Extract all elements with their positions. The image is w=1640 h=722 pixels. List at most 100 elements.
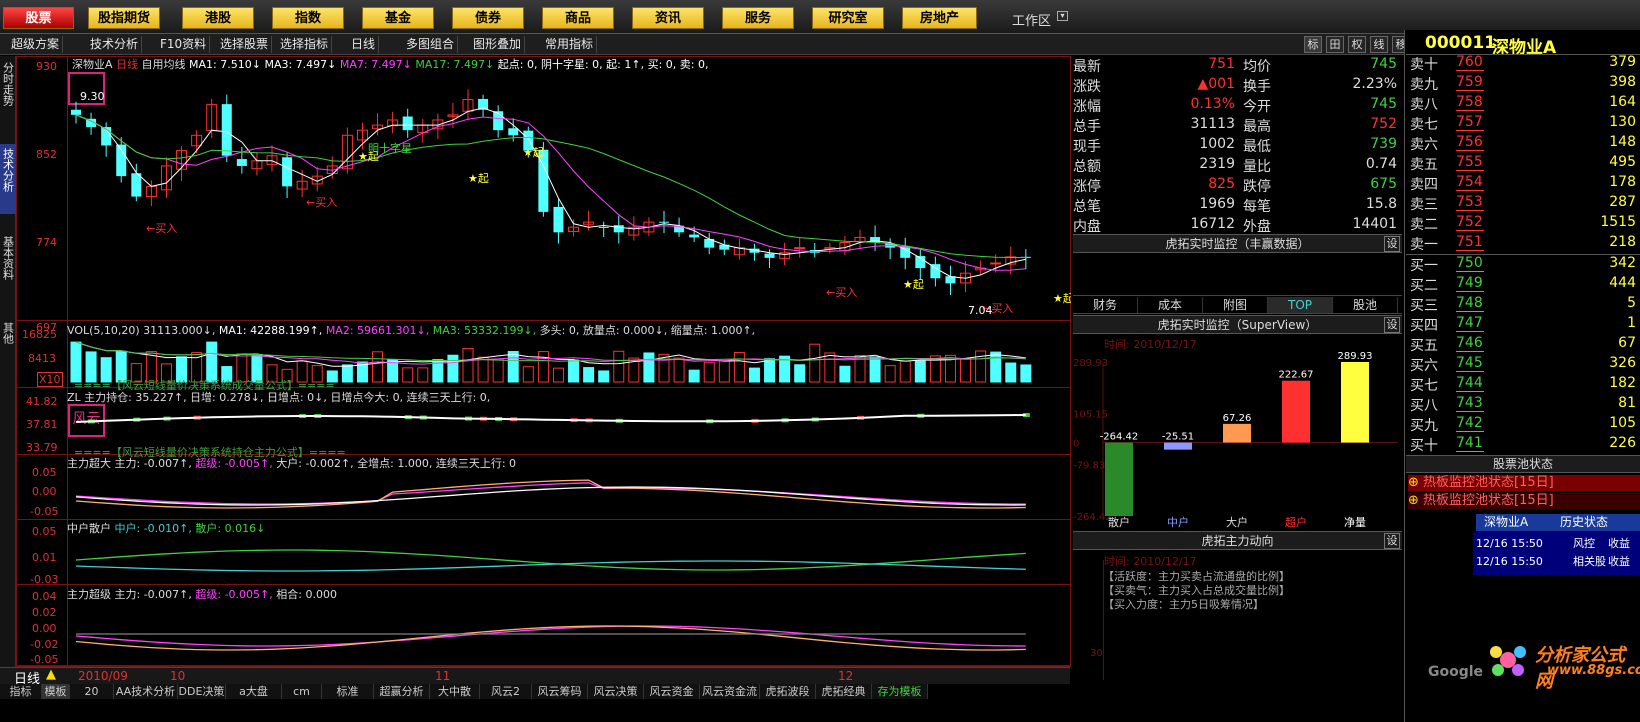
price-underline bbox=[1456, 210, 1484, 211]
toolbar-period[interactable]: 日线 bbox=[348, 36, 380, 53]
menu-real-estate[interactable]: 房地产 bbox=[902, 7, 977, 29]
history-result: 收益 bbox=[1608, 537, 1630, 550]
toolbar-f10[interactable]: F10资料 bbox=[148, 36, 211, 53]
menu-bonds[interactable]: 债券 bbox=[452, 7, 524, 29]
bottom-tab-12[interactable]: 风云决策 bbox=[588, 684, 644, 699]
bottom-tab-6[interactable]: cm bbox=[282, 684, 322, 699]
zl-label-top: 41.82 bbox=[26, 395, 58, 408]
toolbar-icon-rights[interactable]: 权 bbox=[1348, 36, 1366, 53]
bottom-tab-2[interactable]: 20 bbox=[70, 684, 114, 699]
price-underline bbox=[1456, 331, 1484, 332]
orderbook-volume: 379 bbox=[1609, 54, 1636, 70]
bottom-tab-15[interactable]: 虎拓波段 bbox=[760, 684, 816, 699]
toolbar-common-indicators[interactable]: 常用指标 bbox=[533, 36, 598, 53]
history-row[interactable]: 12/16 15:50 相关股 收益 bbox=[1473, 554, 1640, 570]
toolbar-icon-grid[interactable]: 田 bbox=[1326, 36, 1344, 53]
toolbar-multi-chart[interactable]: 多图组合 bbox=[400, 36, 459, 53]
menu-services[interactable]: 服务 bbox=[722, 7, 794, 29]
quote-value: 1002 bbox=[1199, 136, 1235, 152]
menu-hk-stocks[interactable]: 港股 bbox=[182, 7, 254, 29]
bottom-tab-14[interactable]: 风云资金流 bbox=[700, 684, 760, 699]
tab-technical[interactable]: 技术分析 bbox=[0, 144, 16, 214]
menu-research[interactable]: 研究室 bbox=[812, 7, 884, 29]
pool-item-2[interactable]: ⊕ 热板监控池状态[15日] bbox=[1408, 493, 1640, 509]
monitor2-settings-button[interactable]: 设 bbox=[1384, 317, 1400, 333]
flow-bar-name: 中户 bbox=[1167, 515, 1189, 529]
volume-bar bbox=[477, 356, 489, 383]
history-tab-stock[interactable]: 深物业A bbox=[1484, 514, 1528, 531]
history-list: 12/16 15:50 风控 收益 12/16 15:50 相关股 收益 bbox=[1473, 532, 1640, 575]
tab-fundamentals[interactable]: 基本资料 bbox=[0, 232, 16, 302]
bottom-tab-3[interactable]: AA技术分析 bbox=[114, 684, 178, 699]
tab-intraday[interactable]: 分时走势 bbox=[0, 58, 16, 128]
monitor1-settings-button[interactable]: 设 bbox=[1384, 236, 1400, 252]
bottom-tab-0[interactable]: 指标 bbox=[0, 684, 42, 699]
menu-index-futures[interactable]: 股指期货 bbox=[88, 7, 160, 29]
flow-bar-name: 超户 bbox=[1285, 515, 1307, 529]
bottom-tab-11[interactable]: 风云筹码 bbox=[532, 684, 588, 699]
workspace-dropdown-icon[interactable]: ▾ bbox=[1057, 11, 1068, 21]
orderbook-volume: 495 bbox=[1609, 154, 1636, 170]
menu-news[interactable]: 资讯 bbox=[632, 7, 704, 29]
bottom-tab-4[interactable]: DDE决策 bbox=[178, 684, 226, 699]
candle-body-down bbox=[71, 109, 81, 115]
buy-signal: ←买入 bbox=[826, 286, 857, 299]
ind4-retail-line bbox=[75, 549, 1026, 571]
volume-bar bbox=[718, 360, 730, 383]
bottom-tab-7[interactable]: 标准 bbox=[322, 684, 374, 699]
period-arrow-icon[interactable]: ▲ bbox=[46, 667, 56, 682]
pool-item-2-label: 热板监控池状态[15日] bbox=[1423, 493, 1554, 508]
monitor1-tab-1[interactable]: 成本 bbox=[1138, 297, 1203, 313]
orderbook-price: 747 bbox=[1456, 315, 1483, 331]
pool-item-1[interactable]: ⊕ 热板监控池状态[15日] bbox=[1408, 475, 1640, 491]
toolbar-tech-analysis[interactable]: 技术分析 bbox=[78, 36, 143, 53]
toolbar-icon-mark[interactable]: 标 bbox=[1304, 36, 1322, 53]
toolbar-select-indicator[interactable]: 选择指标 bbox=[277, 36, 333, 53]
toolbar-select-stock[interactable]: 选择股票 bbox=[217, 36, 273, 53]
orderbook-label: 买五 bbox=[1410, 338, 1438, 354]
menu-funds[interactable]: 基金 bbox=[362, 7, 434, 29]
bottom-tab-1[interactable]: 模板 bbox=[42, 684, 70, 699]
menu-index[interactable]: 指数 bbox=[272, 7, 344, 29]
orderbook-volume: 130 bbox=[1609, 114, 1636, 130]
quote-label: 跌停 bbox=[1243, 179, 1271, 195]
quote-label: 均价 bbox=[1243, 59, 1271, 75]
history-tab-status[interactable]: 历史状态 bbox=[1560, 514, 1608, 531]
volume-bar bbox=[552, 367, 564, 383]
quote-label: 总笔 bbox=[1073, 199, 1101, 215]
monitor1-tab-4[interactable]: 股池 bbox=[1333, 297, 1398, 313]
ma-annotation: 明十字星 bbox=[368, 141, 412, 155]
volume-bar bbox=[462, 347, 474, 383]
monitor1-tab-3[interactable]: TOP bbox=[1268, 297, 1333, 313]
monitor1-tab-0[interactable]: 财务 bbox=[1073, 297, 1138, 313]
toolbar-super-plan[interactable]: 超级方案 bbox=[8, 36, 64, 53]
toolbar-overlay[interactable]: 图形叠加 bbox=[467, 36, 526, 53]
price-underline bbox=[1456, 311, 1484, 312]
bottom-tab-17[interactable]: 存为模板 bbox=[872, 684, 928, 699]
ind3-label-bottom: -0.05 bbox=[30, 505, 59, 518]
orderbook-label: 卖三 bbox=[1410, 197, 1438, 213]
bottom-tab-8[interactable]: 超赢分析 bbox=[374, 684, 430, 699]
menu-commodities[interactable]: 商品 bbox=[542, 7, 614, 29]
flow-bar-value: 289.93 bbox=[1338, 351, 1373, 362]
orderbook-label: 买一 bbox=[1410, 258, 1438, 274]
history-row[interactable]: 12/16 15:50 风控 收益 bbox=[1473, 536, 1640, 552]
bottom-tab-5[interactable]: a大盘 bbox=[226, 684, 282, 699]
tab-other[interactable]: 其他 bbox=[0, 318, 16, 358]
date-label-2: 10 bbox=[170, 669, 186, 683]
orderbook-price: 754 bbox=[1456, 174, 1483, 190]
bottom-tab-9[interactable]: 大中散 bbox=[430, 684, 480, 699]
workspace-label[interactable]: 工作区 bbox=[1012, 10, 1051, 29]
bottom-tab-10[interactable]: 风云2 bbox=[480, 684, 532, 699]
orderbook-price: 749 bbox=[1456, 275, 1483, 291]
price-underline bbox=[1456, 190, 1484, 191]
ind3-label-top: 0.05 bbox=[32, 466, 57, 479]
monitor3-settings-button[interactable]: 设 bbox=[1384, 533, 1400, 549]
toolbar-icon-line[interactable]: 线 bbox=[1370, 36, 1388, 53]
monitor1-tab-2[interactable]: 附图 bbox=[1203, 297, 1268, 313]
price-underline bbox=[1456, 90, 1484, 91]
bottom-tab-16[interactable]: 虎拓经典 bbox=[816, 684, 872, 699]
bottom-tab-13[interactable]: 风云资金 bbox=[644, 684, 700, 699]
tab-fundamentals-label: 基本资料 bbox=[1, 236, 15, 280]
menu-stocks[interactable]: 股票 bbox=[3, 7, 74, 29]
